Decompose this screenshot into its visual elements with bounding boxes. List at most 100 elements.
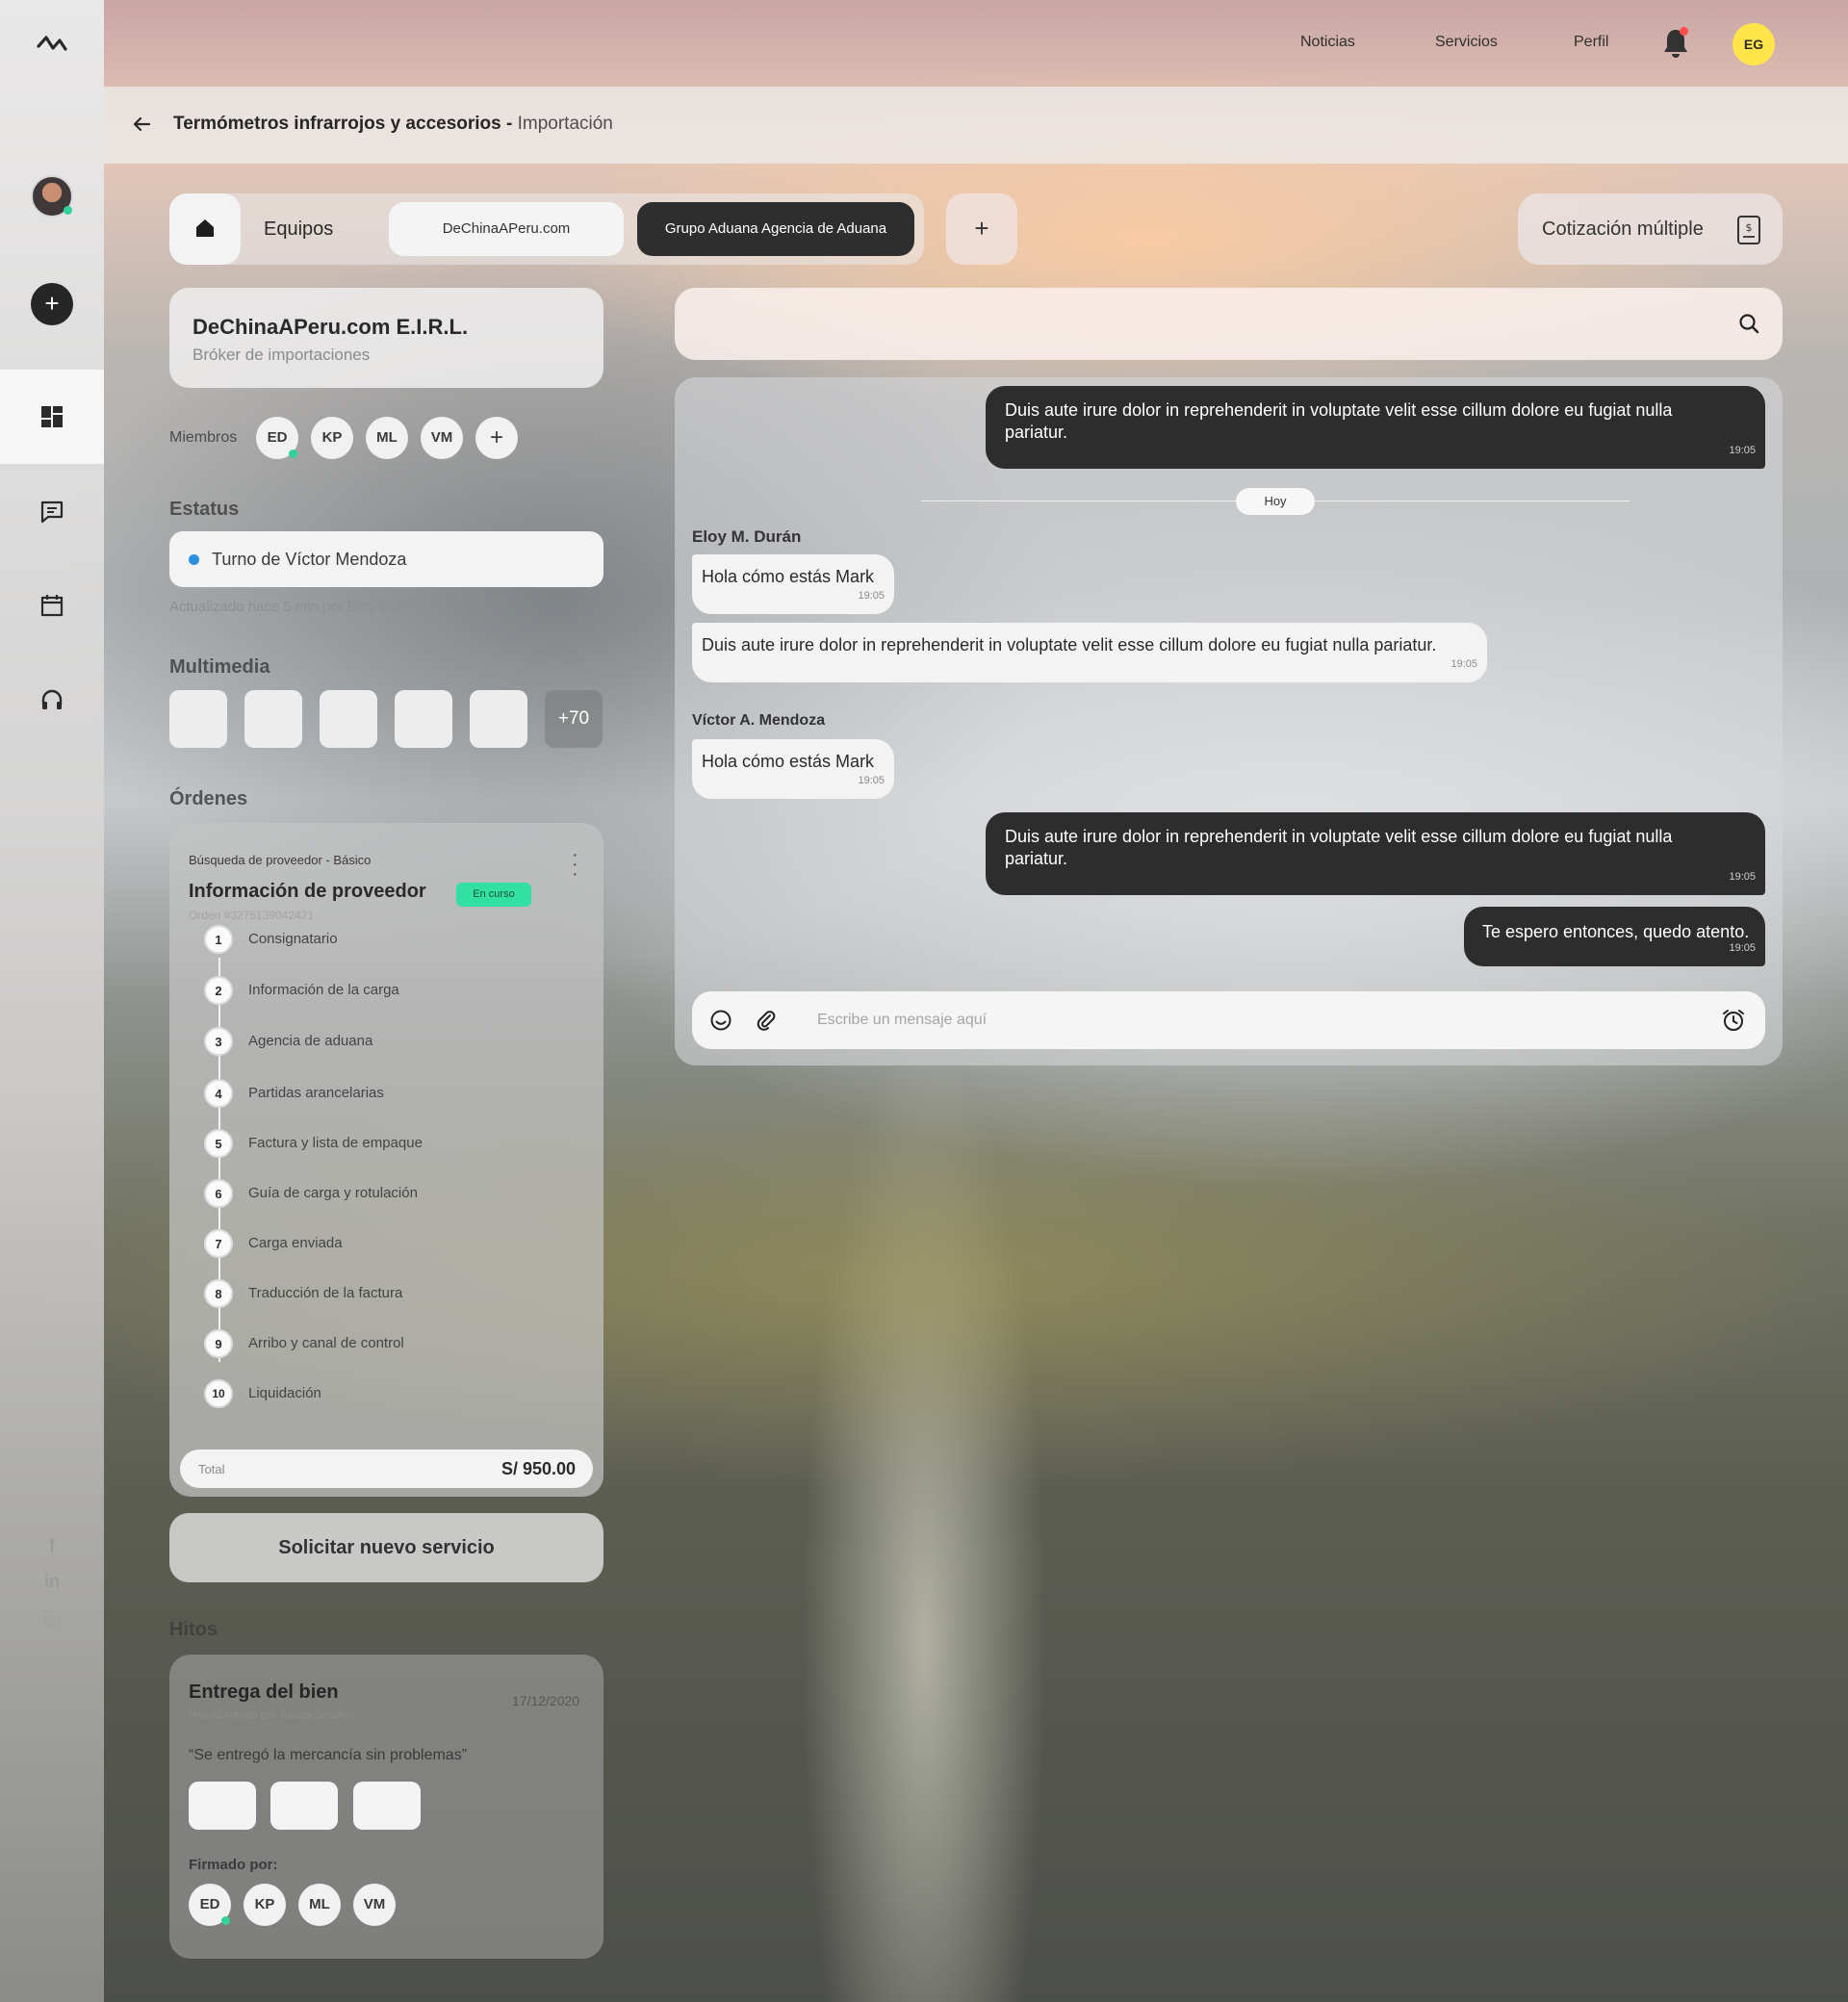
calendar-icon[interactable] [38,592,65,619]
breadcrumb: Termómetros infrarrojos y accesorios - I… [104,87,1848,164]
chat-search-bar[interactable] [675,288,1783,360]
attachment-icon[interactable] [754,1008,779,1033]
facebook-icon[interactable]: f [42,1536,62,1555]
request-service-button[interactable]: Solicitar nuevo servicio [169,1513,603,1582]
milestone-attachment[interactable] [270,1782,338,1830]
step-label[interactable]: Información de la carga [248,982,399,998]
top-navigation: Noticias Servicios Perfil [104,0,1848,87]
home-tab[interactable] [169,193,241,265]
online-indicator [64,206,72,215]
step-label[interactable]: Traducción de la factura [248,1285,402,1301]
step-label[interactable]: Consignatario [248,931,338,947]
sidebar-user-avatar[interactable] [31,175,73,218]
nav-noticias-link[interactable]: Noticias [1300,34,1355,51]
nav-servicios-link[interactable]: Servicios [1435,34,1498,51]
milestone-attachment[interactable] [353,1782,421,1830]
message-text: Hola cómo estás Mark [702,752,875,771]
instagram-icon[interactable] [42,1609,62,1629]
milestone-attachment[interactable] [189,1782,256,1830]
step-label[interactable]: Arribo y canal de control [248,1335,404,1351]
add-tab-button[interactable]: + [946,193,1017,265]
step-label[interactable]: Factura y lista de empaque [248,1135,423,1151]
tab-equipos-label: Equipos [264,218,334,240]
message-bubble-incoming: Duis aute irure dolor in reprehenderit i… [692,623,1487,682]
step-number: 9 [204,1329,233,1358]
message-bubble-outgoing: Duis aute irure dolor in reprehenderit i… [986,812,1765,895]
member-avatar[interactable]: KP [311,417,353,459]
status-field[interactable]: Turno de Víctor Mendoza [169,531,603,587]
user-avatar[interactable]: EG [1732,23,1775,65]
page-title-sub: Importación [517,114,613,134]
message-composer [692,991,1765,1049]
emoji-icon[interactable] [708,1008,733,1033]
page-title: Termómetros infrarrojos y accesorios - I… [173,114,613,135]
media-thumbnail[interactable] [470,690,527,748]
date-divider-label: Hoy [1236,488,1315,515]
home-icon [196,219,214,237]
milestone-title: Entrega del bien [189,1681,339,1703]
media-thumbnail[interactable] [244,690,302,748]
chat-search-input[interactable] [698,309,1708,338]
notifications-button[interactable] [1661,27,1690,60]
step-label[interactable]: Agencia de aduana [248,1033,372,1049]
message-time: 19:05 [858,590,885,602]
chat-icon[interactable] [38,499,65,526]
order-total: Total S/ 950.00 [180,1450,593,1488]
message-text: Te espero entonces, quedo atento. [1482,922,1750,941]
message-input[interactable] [817,1006,1587,1035]
message-sender: Víctor A. Mendoza [692,712,826,729]
milestone-date: 17/12/2020 [512,1693,580,1708]
multi-quote-label: Cotización múltiple [1542,218,1704,240]
add-member-button[interactable]: + [475,417,518,459]
status-dot [189,554,199,565]
step-number: 8 [204,1279,233,1308]
linkedin-icon[interactable]: in [42,1572,62,1591]
back-arrow-icon[interactable] [131,114,152,135]
media-more-button[interactable]: +70 [545,690,603,748]
step-number: 2 [204,976,233,1005]
search-icon[interactable] [1738,313,1759,334]
message-bubble-outgoing: Te espero entonces, quedo atento. 19:05 [1464,907,1765,966]
signer-avatar[interactable]: ML [298,1884,341,1926]
signed-by-label: Firmado por: [189,1857,278,1873]
logo-icon[interactable] [37,33,67,54]
media-thumbnail[interactable] [169,690,227,748]
media-heading: Multimedia [169,656,270,678]
tab-dechinaaperu[interactable]: DeChinaAPeru.com [389,202,624,256]
media-thumbnail[interactable] [320,690,377,748]
signer-avatar[interactable]: VM [353,1884,396,1926]
online-indicator [221,1916,230,1925]
step-number: 10 [204,1379,233,1408]
step-number: 5 [204,1129,233,1158]
alarm-clock-icon[interactable] [1721,1008,1746,1033]
message-time: 19:05 [858,775,885,786]
signer-avatar[interactable]: KP [244,1884,286,1926]
online-indicator [289,449,297,458]
nav-perfil-link[interactable]: Perfil [1574,34,1608,51]
milestones-heading: Hitos [169,1619,218,1640]
order-category: Búsqueda de proveedor - Básico [189,853,372,867]
message-sender: Eloy M. Durán [692,527,802,546]
member-avatar[interactable]: ML [366,417,408,459]
multi-quote-button[interactable]: Cotización múltiple $ [1518,193,1783,265]
message-bubble-incoming: Hola cómo estás Mark 19:05 [692,739,894,799]
notification-dot [1680,27,1688,36]
member-avatar[interactable]: VM [421,417,463,459]
message-time: 19:05 [1729,445,1756,456]
tab-grupo-aduana[interactable]: Grupo Aduana Agencia de Aduana [637,202,914,256]
company-card: DeChinaAPeru.com E.I.R.L. Bróker de impo… [169,288,603,388]
message-time: 19:05 [1450,658,1477,670]
total-value: S/ 950.00 [500,1459,576,1478]
chat-panel: Duis aute irure dolor in reprehenderit i… [675,377,1783,1065]
sidebar-add-button[interactable]: + [31,283,73,325]
step-label[interactable]: Liquidación [248,1385,321,1401]
dashboard-icon[interactable] [38,403,65,430]
media-thumbnail[interactable] [395,690,452,748]
headset-support-icon[interactable] [38,687,65,714]
order-title: Información de proveedor [189,881,426,902]
step-label[interactable]: Guía de carga y rotulación [248,1185,418,1201]
more-options-icon[interactable]: · · · [572,845,578,884]
step-label[interactable]: Partidas arancelarias [248,1085,384,1101]
message-bubble-incoming: Hola cómo estás Mark 19:05 [692,554,894,614]
step-label[interactable]: Carga enviada [248,1235,343,1251]
